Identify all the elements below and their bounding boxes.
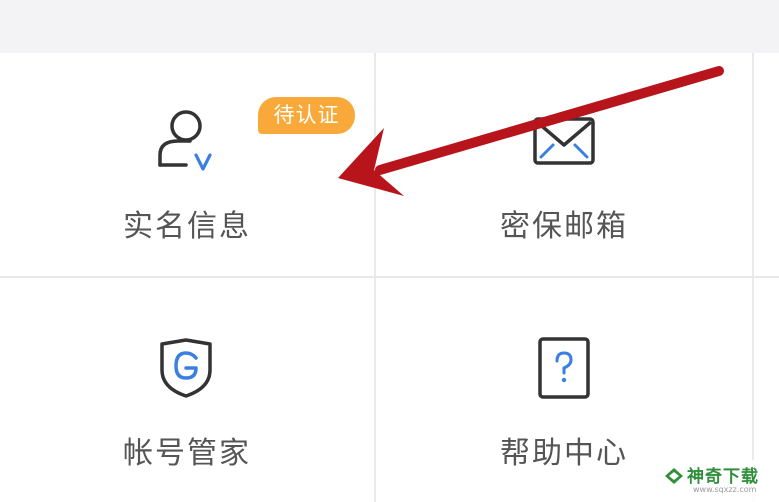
menu-grid: 实名信息 密保邮箱 帐号管家 帮助中心: [0, 53, 779, 502]
site-watermark: 神奇下载 www.sqxzz.com: [659, 460, 779, 502]
watermark-url: www.sqxzz.com: [693, 485, 757, 494]
user-verify-icon: [158, 110, 212, 171]
account-settings-page: 实名信息 密保邮箱 帐号管家 帮助中心 待认证 神奇下载 www.sqxzz.c…: [0, 0, 779, 502]
security-email-tile[interactable]: 密保邮箱: [376, 53, 752, 276]
real-name-info-tile[interactable]: 实名信息: [0, 53, 374, 276]
security-email-label: 密保邮箱: [500, 209, 628, 244]
real-name-info-label: 实名信息: [123, 209, 251, 244]
watermark-text: 神奇下载: [687, 467, 759, 487]
row-divider: [0, 276, 779, 278]
top-band: [0, 0, 779, 53]
partial-tile-right-top[interactable]: [754, 53, 779, 276]
account-manager-tile[interactable]: 帐号管家: [0, 278, 374, 502]
account-manager-label: 帐号管家: [123, 436, 251, 471]
mail-icon: [533, 117, 595, 165]
shield-g-icon: [160, 338, 212, 398]
help-question-icon: [538, 337, 590, 399]
pending-verification-badge: 待认证: [258, 97, 355, 134]
leaf-logo-icon: [665, 468, 683, 484]
